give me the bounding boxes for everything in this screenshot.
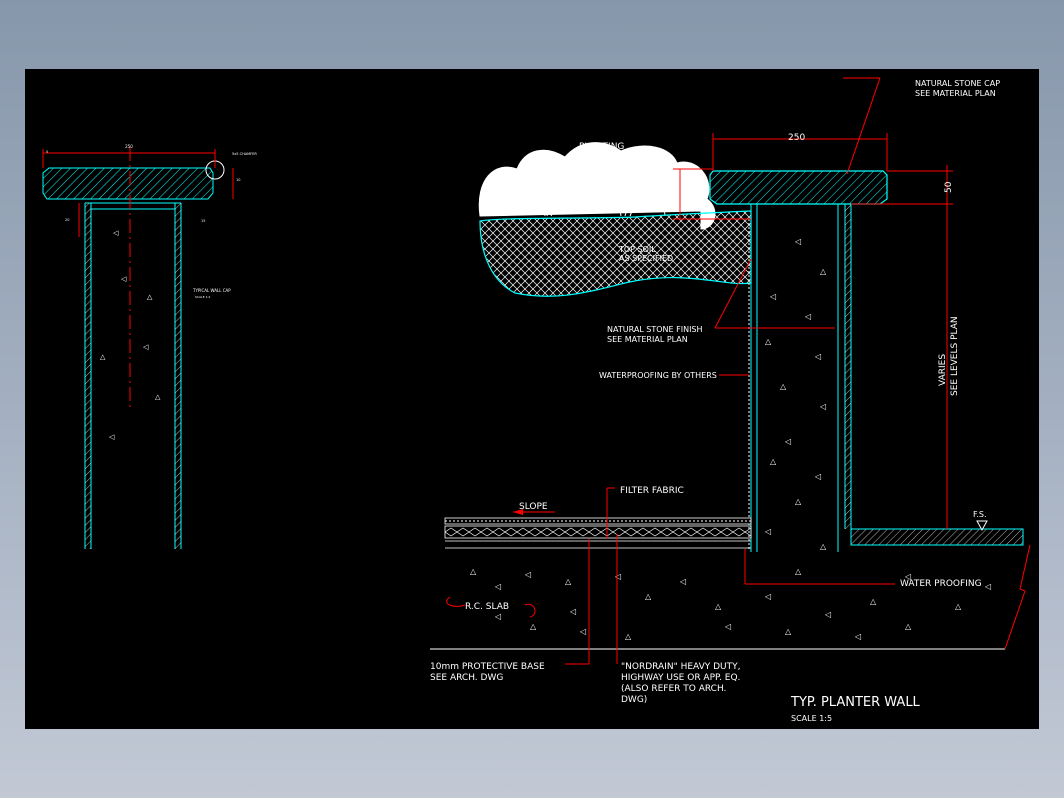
svg-text:△: △ [770,457,777,466]
small-dim-b: 10 [236,178,240,182]
svg-text:△: △ [785,627,792,636]
drawing-canvas: 250 5x5 CHAMFER 10 20 15 5 ◁ △ ◁ ◁ △ △ ◁… [25,69,1039,729]
small-caption-scale: SCALE 1:2 [195,295,210,299]
svg-text:◁: ◁ [794,237,801,246]
svg-text:◁: ◁ [819,402,826,411]
dim-50: 50 [944,181,954,193]
svg-text:△: △ [155,393,161,401]
svg-text:◁: ◁ [784,437,791,446]
dim-20: 20 [672,189,681,199]
svg-text:△: △ [147,293,153,301]
svg-text:△: △ [905,622,912,631]
svg-text:◁: ◁ [569,607,576,616]
svg-text:◁: ◁ [524,570,531,579]
wall-cap-detail: 250 5x5 CHAMFER 10 20 15 5 ◁ △ ◁ ◁ △ △ ◁… [42,144,257,549]
svg-text:△: △ [955,602,962,611]
label-slope: SLOPE [519,502,548,512]
svg-text:△: △ [530,622,537,631]
svg-text:◁: ◁ [804,312,811,321]
svg-text:△: △ [780,382,787,391]
svg-text:◁: ◁ [764,527,771,536]
label-waterproofing-others: WATERPROOFING BY OTHERS [599,371,717,380]
svg-text:△: △ [795,567,802,576]
label-protective-2: SEE ARCH. DWG [430,673,503,683]
label-fs: F.S. [973,510,986,519]
svg-text:◁: ◁ [143,343,149,351]
svg-text:◁: ◁ [121,275,127,283]
small-dim-c: 20 [65,218,69,222]
svg-text:△: △ [715,602,722,611]
label-varies-2: SEE LEVELS PLAN [950,316,960,396]
svg-text:△: △ [820,267,827,276]
svg-text:△: △ [870,597,877,606]
drawing-scale: SCALE 1:5 [791,714,832,723]
svg-text:◁: ◁ [494,582,501,591]
label-stone-finish-2: SEE MATERIAL PLAN [607,335,688,344]
svg-text:◁: ◁ [494,612,501,621]
label-filter-fabric: FILTER FABRIC [620,486,684,496]
svg-text:◁: ◁ [814,352,821,361]
label-planting: PLANTING [579,142,624,152]
small-dim-a: 5 [46,150,48,154]
svg-text:△: △ [820,542,827,551]
drawing-title: TYP. PLANTER WALL [790,695,921,710]
small-caption: TYPICAL WALL CAP [192,288,231,293]
label-protective-1: 10mm PROTECTIVE BASE [430,662,545,672]
svg-text:◁: ◁ [854,632,861,641]
svg-text:◁: ◁ [814,472,821,481]
planter-wall-section: PLANTING TOP SOIL AS SPECIFIED △ ◁ ◁ △◁◁ △… [430,77,1031,723]
svg-text:◁: ◁ [984,582,991,591]
label-stone-cap-2: SEE MATERIAL PLAN [915,89,996,98]
svg-text:△: △ [765,337,772,346]
svg-text:◁: ◁ [614,572,621,581]
label-nordrain-4: DWG) [621,695,647,705]
small-dim-d: 15 [201,219,205,223]
cad-drawing: 250 5x5 CHAMFER 10 20 15 5 ◁ △ ◁ ◁ △ △ ◁… [42,77,1031,723]
svg-text:◁: ◁ [724,622,731,631]
svg-text:◁: ◁ [764,592,771,601]
label-stone-finish-1: NATURAL STONE FINISH [607,325,703,334]
svg-text:△: △ [565,577,572,586]
svg-text:△: △ [100,353,106,361]
svg-text:△: △ [795,497,802,506]
svg-text:△: △ [625,632,632,641]
svg-text:◁: ◁ [824,610,831,619]
svg-text:◁: ◁ [109,433,115,441]
label-stone-cap-1: NATURAL STONE CAP [915,79,1000,88]
label-water-proofing: WATER PROOFING [900,579,982,589]
label-nordrain-1: "NORDRAIN" HEAVY DUTY, [621,662,741,672]
svg-text:△: △ [645,592,652,601]
chamfer-label: 5x5 CHAMFER [232,152,257,156]
label-nordrain-2: HIGHWAY USE OR APP. EQ. [621,673,740,683]
label-topsoil-2: AS SPECIFIED [619,254,673,263]
svg-text:◁: ◁ [769,292,776,301]
svg-text:△: △ [470,567,477,576]
label-topsoil-1: TOP SOIL [618,245,656,254]
svg-text:◁: ◁ [579,627,586,636]
svg-text:◁: ◁ [679,577,686,586]
label-nordrain-3: (ALSO REFER TO ARCH. [621,684,726,694]
svg-text:◁: ◁ [113,229,119,237]
label-rc-slab: R.C. SLAB [465,602,509,612]
label-varies-1: VARIES [938,354,948,386]
dim-250: 250 [788,133,805,143]
small-dim-top: 250 [125,144,133,149]
